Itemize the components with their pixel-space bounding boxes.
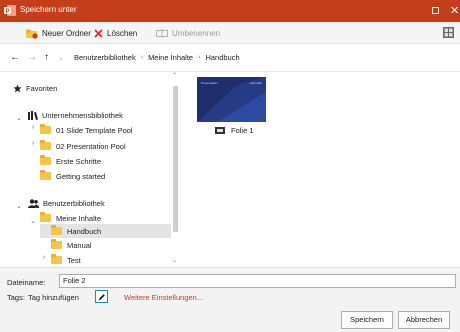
- folder-icon: [51, 225, 62, 235]
- tree-item-label: 02 Presentation Pool: [56, 141, 126, 151]
- folder-icon: [40, 155, 51, 165]
- tree-item-label: Test: [67, 255, 81, 265]
- filename-label: Dateiname:: [7, 278, 46, 287]
- scrollbar-thumb[interactable]: [173, 86, 178, 232]
- folder-icon: [40, 212, 51, 222]
- tree-item-label: Getting started: [56, 171, 106, 181]
- tree-item-folder[interactable]: Getting started: [40, 169, 105, 183]
- folder-tree: Favoriten ⌄ Unternehmensbibliothek › 01 …: [0, 72, 171, 267]
- file-name: Folie 1: [231, 126, 254, 135]
- tree-item-company-library[interactable]: Unternehmensbibliothek: [28, 108, 123, 122]
- filename-input[interactable]: Folie 2: [59, 274, 456, 288]
- tree-item-my-content[interactable]: Meine Inhalte: [40, 211, 101, 225]
- thumbnail-brand: corporate: [249, 81, 262, 85]
- more-settings-link[interactable]: Weitere Einstellungen...: [124, 293, 203, 302]
- tree-item-label: 01 Slide Template Pool: [56, 125, 133, 135]
- rename-icon: [156, 28, 168, 38]
- thumbnail-title: Presentation: [201, 81, 218, 85]
- forward-arrow-icon[interactable]: →: [27, 52, 37, 64]
- new-folder-icon: [26, 29, 38, 39]
- breadcrumb-expand-icon[interactable]: ›: [60, 54, 62, 66]
- chevron-right-icon[interactable]: ›: [29, 124, 37, 131]
- chevron-right-icon[interactable]: ›: [29, 140, 37, 147]
- tree-item-favorites[interactable]: Favoriten: [13, 81, 57, 95]
- navigation-bar: ← → ↑ › Benutzerbibliothek › Meine Inhal…: [0, 44, 460, 72]
- file-list: Presentation corporate Folie 1: [180, 72, 460, 267]
- tree-item-folder[interactable]: 01 Slide Template Pool: [40, 123, 133, 137]
- breadcrumb: Benutzerbibliothek › Meine Inhalte › Han…: [74, 53, 240, 62]
- tree-item-folder[interactable]: Manual: [51, 238, 92, 252]
- delete-label: Löschen: [107, 28, 138, 38]
- edit-tags-button[interactable]: [95, 290, 108, 303]
- tree-scrollbar[interactable]: ⌃ ⌄: [171, 72, 180, 267]
- folder-icon: [40, 124, 51, 134]
- powerpoint-icon: P: [4, 5, 16, 16]
- library-icon: [28, 110, 38, 120]
- tree-item-label: Erste Schritte: [56, 156, 102, 166]
- tree-item-folder[interactable]: Test: [51, 253, 81, 267]
- tree-item-label: Meine Inhalte: [56, 213, 102, 223]
- chevron-down-icon[interactable]: ⌄: [15, 114, 23, 122]
- file-item[interactable]: Folie 1: [215, 126, 254, 135]
- tree-item-label: Benutzerbibliothek: [43, 198, 105, 208]
- chevron-down-icon[interactable]: ⌄: [15, 202, 23, 210]
- scroll-up-icon[interactable]: ⌃: [172, 72, 177, 79]
- tree-item-folder[interactable]: Erste Schritte: [40, 154, 101, 168]
- chevron-down-icon[interactable]: ⌄: [29, 217, 37, 225]
- maximize-button[interactable]: [432, 7, 439, 14]
- breadcrumb-item[interactable]: Benutzerbibliothek: [74, 53, 136, 62]
- close-button[interactable]: ✕: [450, 0, 460, 22]
- toolbar: Neuer Ordner Löschen Umbenennen: [0, 22, 460, 44]
- chevron-right-icon: ›: [140, 54, 144, 61]
- tags-label: Tags:: [7, 293, 25, 302]
- tags-value[interactable]: Tag hinzufügen: [28, 293, 79, 302]
- rename-button[interactable]: Umbenennen: [156, 26, 220, 40]
- star-icon: [13, 83, 22, 92]
- rename-label: Umbenennen: [172, 28, 221, 38]
- slide-file-icon: [215, 127, 225, 134]
- breadcrumb-item[interactable]: Meine Inhalte: [148, 53, 193, 62]
- chevron-right-icon[interactable]: ›: [40, 254, 48, 261]
- view-options-icon[interactable]: [443, 27, 454, 38]
- window-title: Speichern unter: [20, 5, 77, 14]
- folder-icon: [40, 170, 51, 180]
- folder-icon: [40, 140, 51, 150]
- cancel-button[interactable]: Abbrechen: [398, 311, 450, 329]
- tree-item-label: Manual: [67, 240, 92, 250]
- folder-icon: [51, 254, 62, 264]
- tree-item-user-library[interactable]: Benutzerbibliothek: [28, 196, 105, 210]
- save-button[interactable]: Speichern: [341, 311, 393, 329]
- tree-item-label: Unternehmensbibliothek: [42, 110, 123, 120]
- delete-button[interactable]: Löschen: [94, 26, 137, 40]
- title-bar: P Speichern unter ✕: [0, 0, 460, 22]
- slide-thumbnail[interactable]: Presentation corporate: [197, 77, 266, 122]
- chevron-right-icon: ›: [198, 54, 201, 61]
- scroll-down-icon[interactable]: ⌄: [172, 257, 177, 264]
- new-folder-label: Neuer Ordner: [42, 28, 91, 38]
- save-options-panel: Dateiname: Folie 2 Tags: Tag hinzufügen …: [0, 267, 460, 332]
- up-arrow-icon[interactable]: ↑: [44, 52, 49, 64]
- delete-x-icon: [94, 28, 103, 38]
- svg-text:P: P: [6, 9, 10, 15]
- back-arrow-icon[interactable]: ←: [10, 52, 20, 64]
- new-folder-button[interactable]: Neuer Ordner: [26, 26, 91, 40]
- tree-item-label: Favoriten: [26, 83, 58, 93]
- users-icon: [28, 198, 39, 208]
- tree-item-label: Handbuch: [67, 226, 102, 236]
- tree-item-folder[interactable]: 02 Presentation Pool: [40, 139, 126, 153]
- folder-icon: [51, 239, 62, 249]
- breadcrumb-item[interactable]: Handbuch: [205, 53, 239, 62]
- tree-item-selected-folder[interactable]: Handbuch: [40, 224, 171, 238]
- pencil-icon: [99, 294, 105, 300]
